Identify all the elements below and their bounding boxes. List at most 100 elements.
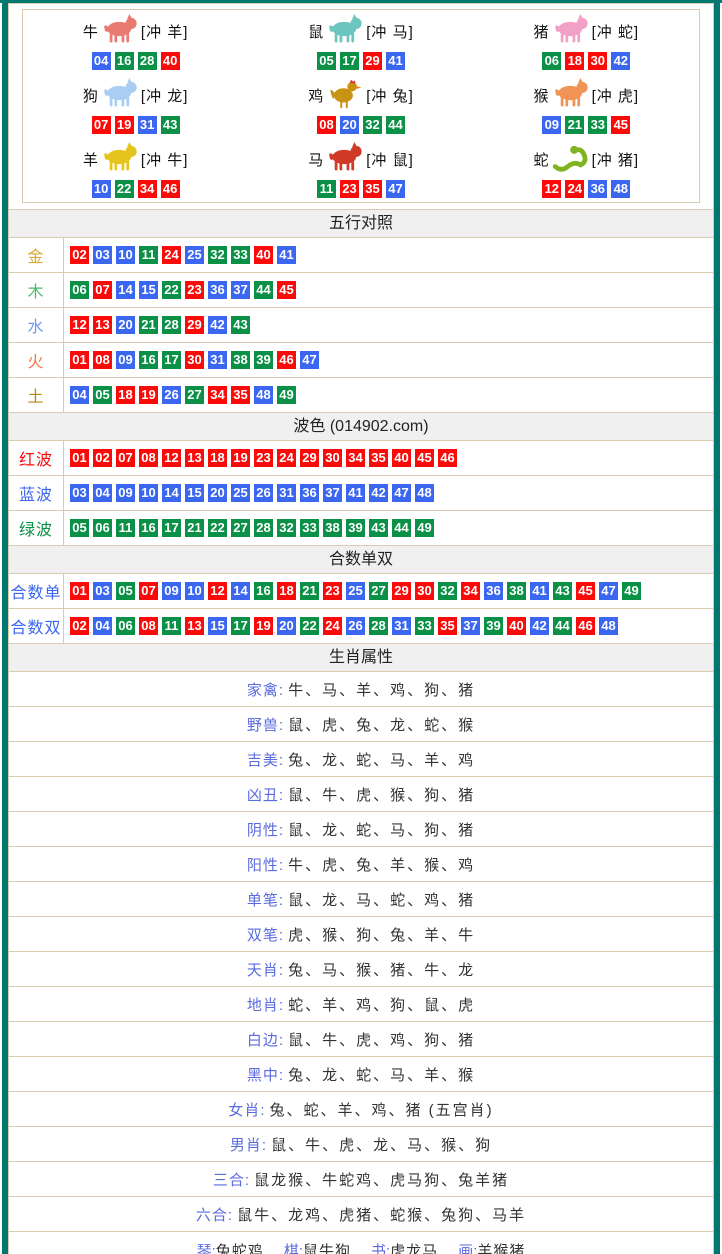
zodiac-reference-page: 牛[冲 羊]04162840鼠[冲 马]05172941猪[冲 蛇]061830… — [0, 0, 722, 1254]
number-ball: 31 — [138, 116, 157, 134]
wuxing-row-numbers: 06071415222336374445 — [64, 273, 713, 307]
number-ball: 38 — [507, 582, 526, 600]
number-ball: 14 — [116, 281, 135, 299]
number-ball: 09 — [116, 351, 135, 369]
zodiac-clash-label: [冲 鼠] — [366, 149, 414, 170]
zodiac-cell-header: 马 [冲 鼠] — [248, 140, 473, 178]
shengxiao-row-凶丑: 凶丑: 鼠、牛、虎、猴、狗、猪 — [9, 776, 713, 811]
zodiac-cell-monkey: 猴 [冲 虎] 09213345 — [474, 74, 699, 138]
bottom-group-label: 琴: — [197, 1243, 216, 1254]
number-ball: 11 — [162, 617, 181, 635]
number-ball: 10 — [92, 180, 111, 198]
shengxiao-row-女肖: 女肖: 兔、蛇、羊、鸡、猪 (五宫肖) — [9, 1091, 713, 1126]
zodiac-numbers: 09213345 — [474, 116, 699, 134]
bose-row-label: 绿波 — [9, 511, 64, 545]
number-ball: 20 — [277, 617, 296, 635]
zodiac-cell-snake: 蛇[冲 猪]12243648 — [474, 138, 699, 202]
bose-rows: 红波0102070812131819232429303435404546蓝波03… — [9, 440, 713, 545]
number-ball: 29 — [185, 316, 204, 334]
number-ball: 46 — [576, 617, 595, 635]
number-ball: 27 — [231, 519, 250, 537]
bose-row-numbers: 05061116172122272832333839434449 — [64, 511, 713, 545]
shengxiao-row-value: 虎、猴、狗、兔、羊、牛 — [288, 924, 475, 945]
bose-row-label: 红波 — [9, 441, 64, 475]
right-accent-bar — [714, 0, 720, 1254]
bose-header: 波色 (014902.com) — [9, 412, 713, 440]
number-ball: 34 — [138, 180, 157, 198]
number-ball: 47 — [300, 351, 319, 369]
number-ball: 12 — [542, 180, 561, 198]
zodiac-cell-header: 狗[冲 龙] — [23, 76, 248, 114]
number-ball: 18 — [116, 386, 135, 404]
number-ball: 44 — [386, 116, 405, 134]
number-ball: 49 — [622, 582, 641, 600]
number-ball: 09 — [162, 582, 181, 600]
qin-qi-shu-hua-row: 琴:兔蛇鸡棋:鼠牛狗书:虎龙马画:羊猴猪 — [9, 1231, 713, 1254]
zodiac-name: 羊 — [83, 149, 99, 170]
number-ball: 28 — [254, 519, 273, 537]
shengxiao-row-label: 女肖: — [228, 1099, 265, 1120]
number-ball: 39 — [484, 617, 503, 635]
number-ball: 23 — [254, 449, 273, 467]
shengxiao-title: 生肖属性 — [329, 649, 393, 666]
wuxing-row-label: 金 — [9, 238, 64, 272]
number-ball: 45 — [576, 582, 595, 600]
number-ball: 44 — [254, 281, 273, 299]
number-ball: 47 — [599, 582, 618, 600]
number-ball: 41 — [386, 52, 405, 70]
heshu-row-label: 合数双 — [9, 609, 64, 643]
number-ball: 33 — [300, 519, 319, 537]
shengxiao-row-label: 阳性: — [247, 854, 284, 875]
bottom-group-value: 鼠牛狗 — [303, 1243, 351, 1254]
number-ball: 25 — [346, 582, 365, 600]
number-ball: 40 — [161, 52, 180, 70]
number-ball: 08 — [93, 351, 112, 369]
number-ball: 12 — [162, 449, 181, 467]
number-ball: 33 — [231, 246, 250, 264]
main-table: 牛[冲 羊]04162840鼠[冲 马]05172941猪[冲 蛇]061830… — [8, 3, 714, 1254]
wuxing-row-numbers: 04051819262734354849 — [64, 378, 713, 412]
zodiac-name: 马 — [308, 149, 324, 170]
number-ball: 22 — [300, 617, 319, 635]
shengxiao-row-家禽: 家禽: 牛、马、羊、鸡、狗、猪 — [9, 671, 713, 706]
zodiac-section: 牛[冲 羊]04162840鼠[冲 马]05172941猪[冲 蛇]061830… — [9, 4, 713, 209]
zodiac-name: 狗 — [83, 85, 99, 106]
number-ball: 36 — [208, 281, 227, 299]
bottom-group-棋: 棋:鼠牛狗 — [284, 1240, 351, 1254]
shengxiao-row-value: 鼠、龙、马、蛇、鸡、猪 — [288, 889, 475, 910]
number-ball: 40 — [254, 246, 273, 264]
shengxiao-row-野兽: 野兽: 鼠、虎、兔、龙、蛇、猴 — [9, 706, 713, 741]
zodiac-numbers: 04162840 — [23, 52, 248, 70]
number-ball: 07 — [116, 449, 135, 467]
shengxiao-row-单笔: 单笔: 鼠、龙、马、蛇、鸡、猪 — [9, 881, 713, 916]
zodiac-name: 猴 — [534, 85, 550, 106]
number-ball: 35 — [231, 386, 250, 404]
number-ball: 23 — [340, 180, 359, 198]
number-ball: 34 — [208, 386, 227, 404]
number-ball: 40 — [507, 617, 526, 635]
shengxiao-header: 生肖属性 — [9, 643, 713, 671]
number-ball: 17 — [162, 519, 181, 537]
number-ball: 48 — [254, 386, 273, 404]
zodiac-cell-ox: 牛[冲 羊]04162840 — [23, 10, 248, 74]
number-ball: 01 — [70, 582, 89, 600]
number-ball: 07 — [93, 281, 112, 299]
number-ball: 09 — [542, 116, 561, 134]
number-ball: 29 — [363, 52, 382, 70]
zodiac-clash-label: [冲 虎] — [592, 85, 640, 106]
number-ball: 44 — [392, 519, 411, 537]
number-ball: 21 — [139, 316, 158, 334]
number-ball: 14 — [231, 582, 250, 600]
dog-icon — [101, 77, 139, 113]
number-ball: 47 — [392, 484, 411, 502]
number-ball: 03 — [70, 484, 89, 502]
rat-icon — [326, 13, 364, 49]
number-ball: 11 — [116, 519, 135, 537]
shengxiao-row-阴性: 阴性: 鼠、龙、蛇、马、狗、猪 — [9, 811, 713, 846]
shengxiao-row-value: 鼠牛、龙鸡、虎猪、蛇猴、兔狗、马羊 — [237, 1204, 526, 1225]
zodiac-cell-header: 羊[冲 牛] — [23, 140, 248, 178]
number-ball: 45 — [415, 449, 434, 467]
number-ball: 43 — [231, 316, 250, 334]
number-ball: 45 — [277, 281, 296, 299]
wuxing-title: 五行对照 — [329, 215, 393, 232]
